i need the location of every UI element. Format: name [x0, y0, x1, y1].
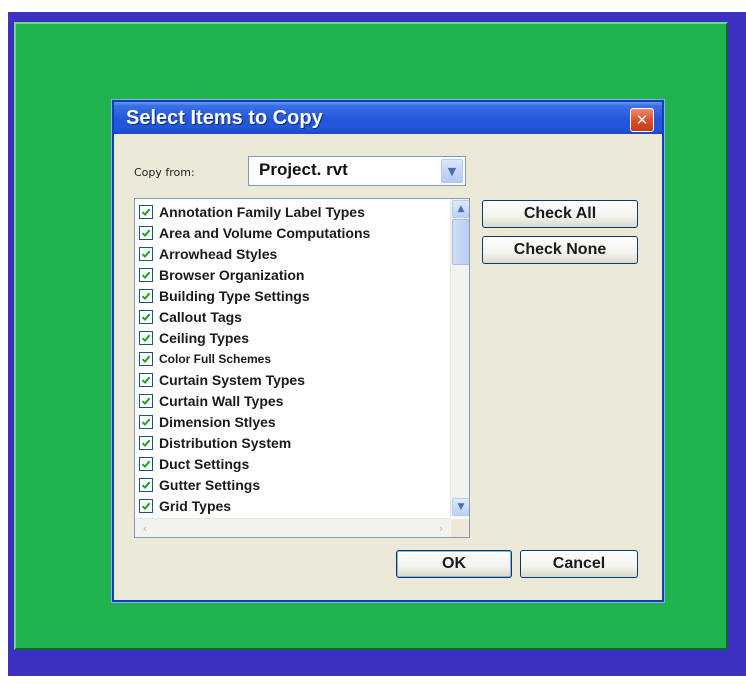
- list-item[interactable]: Distribution System: [135, 432, 445, 453]
- checkbox-checked-icon[interactable]: [139, 351, 153, 366]
- check-all-button[interactable]: Check All: [482, 200, 638, 228]
- scroll-right-icon[interactable]: ›: [433, 520, 449, 536]
- list-item-label: Browser Organization: [159, 266, 305, 283]
- select-items-dialog: Select Items to Copy ✕ Copy from: Projec…: [112, 100, 664, 602]
- vertical-scrollbar[interactable]: ▲ ▼: [450, 199, 469, 517]
- check-none-button[interactable]: Check None: [482, 236, 638, 264]
- list-item[interactable]: Grid Types: [135, 495, 445, 516]
- list-item[interactable]: Curtain System Types: [135, 369, 445, 390]
- dialog-title: Select Items to Copy: [126, 107, 323, 129]
- scroll-down-icon[interactable]: ▼: [452, 498, 469, 516]
- copy-from-dropdown[interactable]: Project. rvt ▼: [248, 156, 466, 186]
- checkbox-checked-icon[interactable]: [139, 477, 153, 492]
- list-item[interactable]: Curtain Wall Types: [135, 390, 445, 411]
- list-item[interactable]: Area and Volume Computations: [135, 222, 445, 243]
- scroll-left-icon[interactable]: ‹: [137, 520, 153, 536]
- list-item-label: Distribution System: [159, 434, 292, 451]
- checkbox-checked-icon[interactable]: [139, 393, 153, 408]
- scroll-thumb[interactable]: [452, 219, 469, 265]
- checkbox-checked-icon[interactable]: [139, 309, 153, 324]
- list-item-label: Ceiling Types: [159, 329, 249, 346]
- list-item-label: Duct Settings: [159, 455, 250, 472]
- chevron-down-icon[interactable]: ▼: [441, 159, 463, 183]
- checkbox-checked-icon[interactable]: [139, 225, 153, 240]
- copy-from-value: Project. rvt: [259, 160, 348, 179]
- list-item-label: Dimension Stlyes: [159, 413, 276, 430]
- checkbox-checked-icon[interactable]: [139, 267, 153, 282]
- list-item[interactable]: Color Full Schemes: [135, 348, 445, 369]
- list-item[interactable]: Building Type Settings: [135, 285, 445, 306]
- checkbox-checked-icon[interactable]: [139, 372, 153, 387]
- list-item-label: Color Full Schemes: [159, 351, 272, 366]
- list-item-label: Callout Tags: [159, 308, 242, 325]
- list-item-label: Curtain Wall Types: [159, 392, 284, 409]
- copy-from-label: Copy from:: [134, 166, 195, 179]
- items-listbox[interactable]: Annotation Family Label Types Area and Vo…: [134, 198, 470, 538]
- checkbox-checked-icon[interactable]: [139, 204, 153, 219]
- checkbox-checked-icon[interactable]: [139, 414, 153, 429]
- checkbox-checked-icon[interactable]: [139, 456, 153, 471]
- list-item[interactable]: Annotation Family Label Types: [135, 201, 445, 222]
- checkbox-checked-icon[interactable]: [139, 498, 153, 513]
- list-item-label: Arrowhead Styles: [159, 245, 278, 262]
- list-item[interactable]: Duct Settings: [135, 453, 445, 474]
- dialog-titlebar[interactable]: Select Items to Copy ✕: [114, 102, 662, 134]
- scroll-up-icon[interactable]: ▲: [452, 200, 469, 218]
- list-item[interactable]: Browser Organization: [135, 264, 445, 285]
- list-item[interactable]: Gutter Settings: [135, 474, 445, 495]
- cancel-button[interactable]: Cancel: [520, 550, 638, 578]
- list-item-label: Grid Types: [159, 497, 232, 514]
- checkbox-checked-icon[interactable]: [139, 288, 153, 303]
- list-item[interactable]: Dimension Stlyes: [135, 411, 445, 432]
- ok-button[interactable]: OK: [396, 550, 512, 578]
- close-button[interactable]: ✕: [630, 108, 654, 132]
- list-item-label: Area and Volume Computations: [159, 224, 371, 241]
- list-item-label: Building Type Settings: [159, 287, 310, 304]
- scrollbar-corner: [451, 519, 469, 537]
- list-item[interactable]: Arrowhead Styles: [135, 243, 445, 264]
- list-item-label: Curtain System Types: [159, 371, 306, 388]
- horizontal-scrollbar[interactable]: ‹ ›: [135, 518, 451, 537]
- checkbox-checked-icon[interactable]: [139, 330, 153, 345]
- list-item-label: Gutter Settings: [159, 476, 261, 493]
- checkbox-checked-icon[interactable]: [139, 246, 153, 261]
- list-item[interactable]: Ceiling Types: [135, 327, 445, 348]
- close-icon: ✕: [635, 111, 649, 129]
- list-item[interactable]: Callout Tags: [135, 306, 445, 327]
- list-item-label: Annotation Family Label Types: [159, 203, 365, 220]
- checkbox-checked-icon[interactable]: [139, 435, 153, 450]
